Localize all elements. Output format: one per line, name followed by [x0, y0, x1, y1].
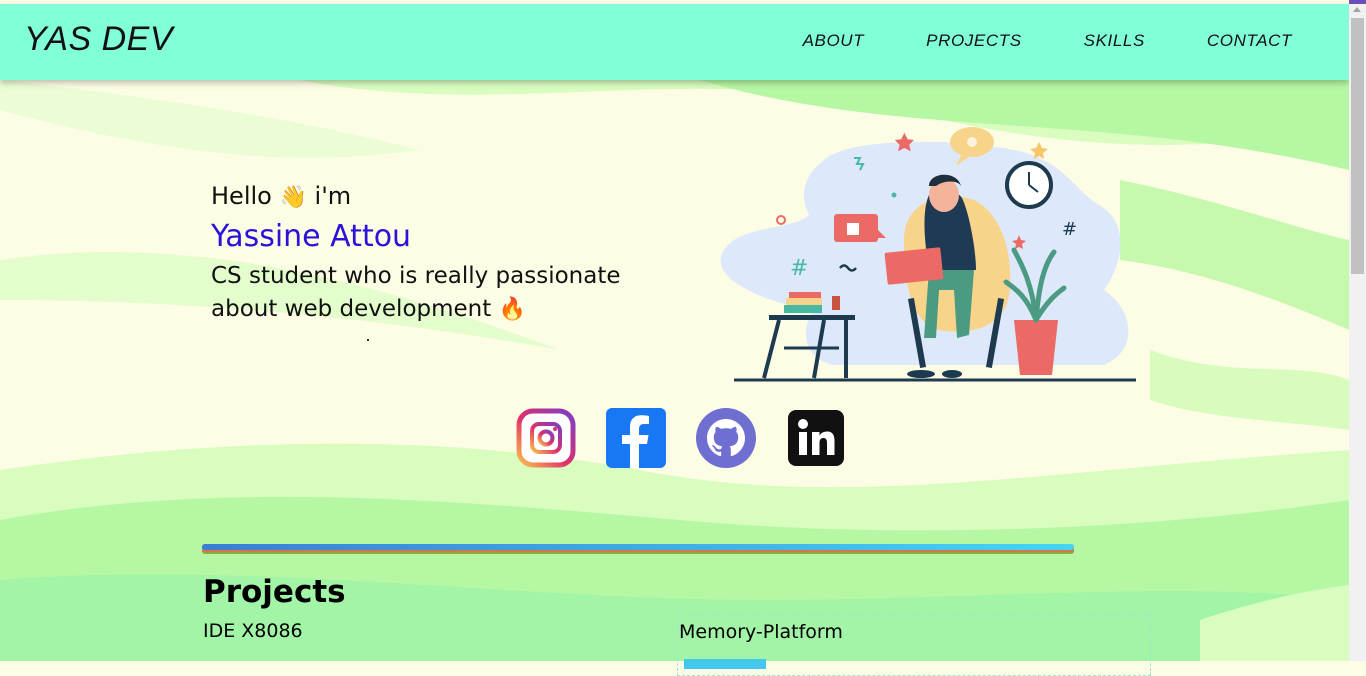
linkedin-icon[interactable] [786, 408, 846, 468]
instagram-icon[interactable] [516, 408, 576, 468]
nav-link-about[interactable]: ABOUT [803, 31, 865, 51]
tagline-text: CS student who is really passionate abou… [211, 263, 621, 322]
section-divider-highlight [202, 544, 1074, 550]
projects-heading: Projects [203, 574, 346, 610]
hero-name: Yassine Attou [211, 219, 412, 254]
decorative-dot [367, 339, 369, 341]
github-icon[interactable] [696, 408, 756, 468]
nav-links: ABOUT PROJECTS SKILLS CONTACT [803, 31, 1292, 51]
scroll-thumb[interactable] [1351, 18, 1364, 274]
project-card[interactable]: Memory-Platform [677, 614, 1151, 676]
svg-text:#: # [790, 256, 808, 281]
brand-logo[interactable]: YAS DEV [24, 20, 173, 59]
nav-link-projects[interactable]: PROJECTS [926, 31, 1021, 51]
project-card[interactable]: IDE X8086 [203, 614, 675, 674]
fire-icon: 🔥 [498, 297, 526, 322]
navbar: YAS DEV ABOUT PROJECTS SKILLS CONTACT [0, 4, 1349, 80]
greeting-text: Hello [211, 182, 272, 210]
vertical-scrollbar[interactable] [1349, 4, 1366, 661]
nav-link-contact[interactable]: CONTACT [1207, 31, 1292, 51]
hero-greeting: Hello 👋 i'm [211, 182, 351, 210]
background-waves [0, 0, 1349, 661]
project-name: IDE X8086 [203, 620, 303, 642]
svg-text:#: # [1062, 219, 1077, 240]
facebook-icon[interactable] [606, 408, 666, 468]
person-with-laptop-illustration: # # [720, 127, 1136, 382]
hero-tagline: CS student who is really passionate abou… [211, 260, 691, 326]
project-name: Memory-Platform [679, 621, 843, 643]
waving-hand-icon: 👋 [279, 185, 307, 210]
scroll-up-arrow-icon[interactable] [1353, 7, 1361, 12]
nav-link-skills[interactable]: SKILLS [1084, 31, 1145, 51]
social-links [516, 408, 846, 468]
greeting-suffix: i'm [314, 182, 352, 210]
